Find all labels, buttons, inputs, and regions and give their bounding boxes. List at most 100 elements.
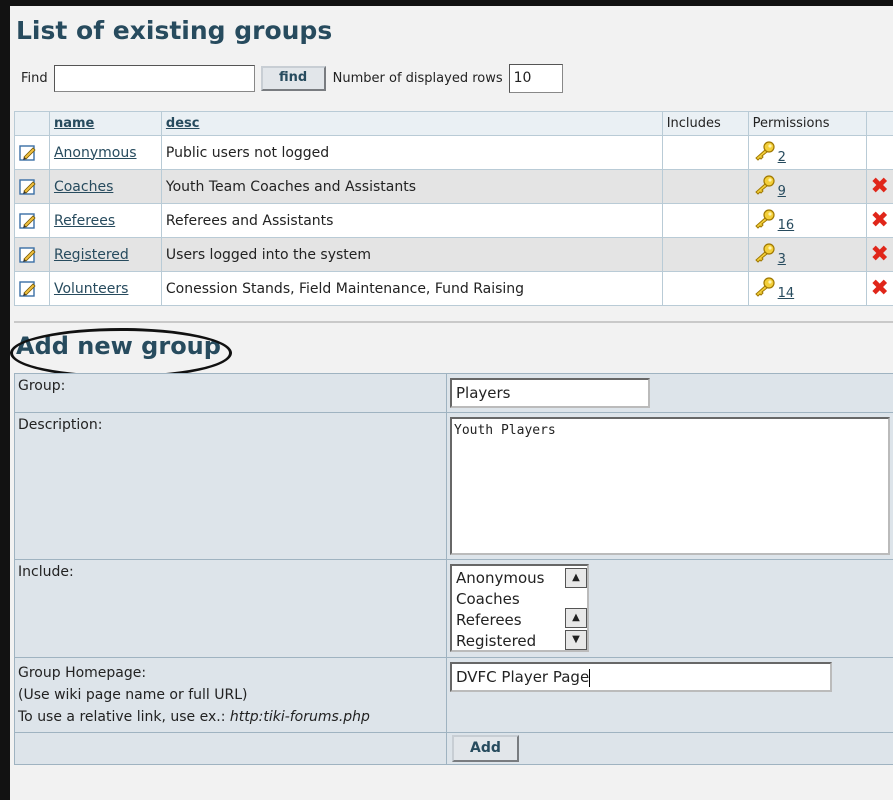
permissions-cell: 16 (747, 203, 867, 238)
delete-cell: ✖ (865, 237, 893, 272)
submit-cell: Add (446, 732, 893, 765)
delete-cell: ✖ (865, 271, 893, 306)
include-option[interactable]: Anonymous (456, 568, 561, 589)
key-icon[interactable] (753, 208, 777, 233)
delete-icon[interactable]: ✖ (871, 174, 889, 199)
key-icon[interactable] (753, 174, 777, 199)
desc-cell: Public users not logged (160, 135, 663, 170)
find-button[interactable]: find (260, 66, 326, 91)
group-name-link[interactable]: Registered (54, 247, 129, 263)
edit-icon[interactable] (19, 178, 37, 195)
includes-cell (661, 271, 749, 306)
sort-desc-link[interactable]: desc (166, 116, 200, 131)
desc-cell: Youth Team Coaches and Assistants (160, 169, 663, 204)
permissions-link[interactable]: 3 (753, 242, 786, 267)
homepage-label: Group Homepage: (18, 665, 147, 681)
include-label: Include: (14, 559, 447, 658)
group-label: Group: (14, 373, 447, 413)
include-option[interactable]: Referees (456, 610, 561, 631)
edit-cell[interactable] (14, 271, 50, 306)
homepage-hint-example: http:tiki-forums.php (229, 709, 370, 725)
groups-table: name desc Includes Permissions Anonymous… (14, 111, 893, 306)
includes-cell (661, 203, 749, 238)
name-cell: Volunteers (48, 271, 162, 306)
add-group-form: Group: Players Description: Youth Player… (14, 373, 893, 765)
group-name-link[interactable]: Coaches (54, 179, 113, 195)
group-field-cell: Players (446, 373, 893, 413)
homepage-input[interactable]: DVFC Player Page (450, 662, 832, 692)
submit-spacer (14, 732, 447, 765)
include-option[interactable]: Coaches (456, 589, 561, 610)
delete-icon[interactable]: ✖ (871, 242, 889, 267)
find-bar: Find find Number of displayed rows 10 (21, 64, 563, 93)
include-option[interactable]: Registered (456, 631, 561, 652)
permissions-link[interactable]: 14 (753, 276, 795, 301)
key-icon[interactable] (753, 276, 777, 301)
permissions-cell: 2 (747, 135, 867, 170)
homepage-field-cell: DVFC Player Page (446, 657, 893, 733)
table-row: Registered Users logged into the system 3 ✖ (14, 237, 893, 272)
table-row: Coaches Youth Team Coaches and Assistants… (14, 169, 893, 204)
header-includes: Includes (661, 111, 749, 136)
find-input[interactable] (53, 65, 255, 92)
group-row: Group: Players (14, 373, 893, 413)
group-name-input[interactable]: Players (450, 378, 650, 408)
description-field-cell: Youth Players (446, 412, 893, 560)
rows-label: Number of displayed rows (332, 71, 503, 86)
permission-count[interactable]: 3 (778, 252, 786, 267)
group-name-link[interactable]: Referees (54, 213, 115, 229)
delete-icon[interactable]: ✖ (871, 208, 889, 233)
section-divider (14, 321, 893, 323)
edit-cell[interactable] (14, 203, 50, 238)
edit-cell[interactable] (14, 135, 50, 170)
add-button[interactable]: Add (452, 735, 519, 762)
edit-icon[interactable] (19, 246, 37, 263)
permissions-cell: 9 (747, 169, 867, 204)
permission-count[interactable]: 14 (778, 286, 795, 301)
include-listbox[interactable]: Anonymous Coaches Referees Registered ▲ ▲ ▼ (450, 564, 589, 652)
permissions-link[interactable]: 16 (753, 208, 795, 233)
permissions-link[interactable]: 9 (753, 174, 786, 199)
rows-input[interactable]: 10 (508, 64, 563, 93)
header-permissions: Permissions (747, 111, 867, 136)
key-icon[interactable] (753, 242, 777, 267)
include-row: Include: Anonymous Coaches Referees Registe… (14, 559, 893, 658)
group-name-link[interactable]: Volunteers (54, 281, 128, 297)
permissions-cell: 3 (747, 237, 867, 272)
homepage-row: Group Homepage: (Use wiki page name or f… (14, 657, 893, 733)
sort-name-link[interactable]: name (54, 116, 94, 131)
includes-cell (661, 169, 749, 204)
delete-cell: ✖ (865, 169, 893, 204)
description-textarea[interactable]: Youth Players (450, 417, 890, 555)
table-row: Anonymous Public users not logged 2 (14, 135, 893, 170)
name-cell: Anonymous (48, 135, 162, 170)
listbox-scrollbar[interactable]: ▲ ▲ ▼ (565, 566, 587, 650)
permissions-link[interactable]: 2 (753, 140, 786, 165)
scroll-down-icon[interactable]: ▼ (565, 630, 587, 650)
homepage-label-cell: Group Homepage: (Use wiki page name or f… (14, 657, 447, 733)
scroll-up-icon[interactable]: ▲ (565, 608, 587, 628)
edit-icon[interactable] (19, 280, 37, 297)
key-icon[interactable] (753, 140, 777, 165)
page-title: List of existing groups (16, 16, 333, 45)
delete-cell (865, 135, 893, 170)
permission-count[interactable]: 2 (778, 150, 786, 165)
header-desc[interactable]: desc (160, 111, 663, 136)
desc-cell: Users logged into the system (160, 237, 663, 272)
edit-cell[interactable] (14, 237, 50, 272)
delete-icon[interactable]: ✖ (871, 276, 889, 301)
highlight-circle (10, 328, 232, 378)
edit-icon[interactable] (19, 212, 37, 229)
header-name[interactable]: name (48, 111, 162, 136)
edit-icon[interactable] (19, 144, 37, 161)
scroll-up-icon[interactable]: ▲ (565, 568, 587, 588)
permissions-cell: 14 (747, 271, 867, 306)
find-label: Find (21, 71, 48, 86)
group-name-link[interactable]: Anonymous (54, 145, 137, 161)
permission-count[interactable]: 16 (778, 218, 795, 233)
edit-cell[interactable] (14, 169, 50, 204)
includes-cell (661, 237, 749, 272)
text-cursor (589, 668, 591, 687)
table-row: Referees Referees and Assistants 16 ✖ (14, 203, 893, 238)
permission-count[interactable]: 9 (778, 184, 786, 199)
